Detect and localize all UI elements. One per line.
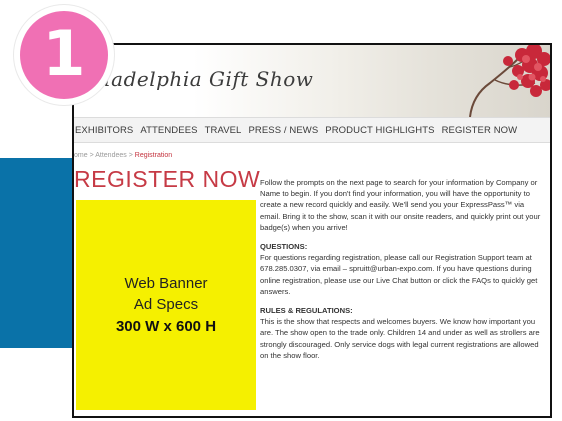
ad-line-1: Web Banner	[124, 274, 208, 292]
questions-paragraph: For questions regarding registration, pl…	[260, 253, 538, 296]
breadcrumb-separator: >	[89, 152, 94, 159]
breadcrumb-current: Registration	[134, 152, 173, 159]
nav-item-attendees[interactable]: ATTENDEES	[140, 125, 197, 136]
nav-item-travel[interactable]: TRAVEL	[205, 125, 242, 136]
ad-line-2: Ad Specs	[133, 295, 199, 313]
ad-dimensions: 300 W x 600 H	[115, 317, 217, 335]
nav-item-exhibitors[interactable]: EXHIBITORS	[75, 125, 133, 136]
registration-content: Follow the prompts on the next page to s…	[260, 177, 546, 369]
step-number-badge: 1	[14, 5, 114, 105]
site-header: hiladelphia Gift Show	[74, 45, 550, 117]
page-title: REGISTER NOW	[74, 166, 261, 192]
ad-placeholder: Web Banner Ad Specs 300 W x 600 H	[76, 200, 256, 410]
breadcrumb: ome > Attendees > Registration	[74, 152, 172, 159]
site-logo[interactable]: hiladelphia Gift Show	[84, 67, 313, 91]
nav-item-register-now[interactable]: REGISTER NOW	[442, 125, 518, 136]
breadcrumb-separator: >	[128, 152, 133, 159]
main-nav: EXHIBITORS ATTENDEES TRAVEL PRESS / NEWS…	[74, 117, 550, 143]
step-number: 1	[42, 17, 86, 90]
rules-heading: RULES & REGULATIONS:	[260, 306, 353, 316]
questions-heading: QUESTIONS:	[260, 242, 308, 252]
nav-item-product-highlights[interactable]: PRODUCT HIGHLIGHTS	[325, 125, 434, 136]
breadcrumb-attendees[interactable]: Attendees	[95, 152, 127, 159]
blossom-tree-image	[469, 45, 550, 117]
blue-side-block	[0, 158, 72, 348]
nav-item-press-news[interactable]: PRESS / NEWS	[248, 125, 318, 136]
intro-paragraph: Follow the prompts on the next page to s…	[260, 178, 541, 232]
website-screenshot: hiladelphia Gift Show EXHIBITORS ATTENDE…	[72, 43, 552, 418]
rules-paragraph: This is the show that respects and welco…	[260, 317, 540, 360]
breadcrumb-home[interactable]: ome	[74, 152, 88, 159]
